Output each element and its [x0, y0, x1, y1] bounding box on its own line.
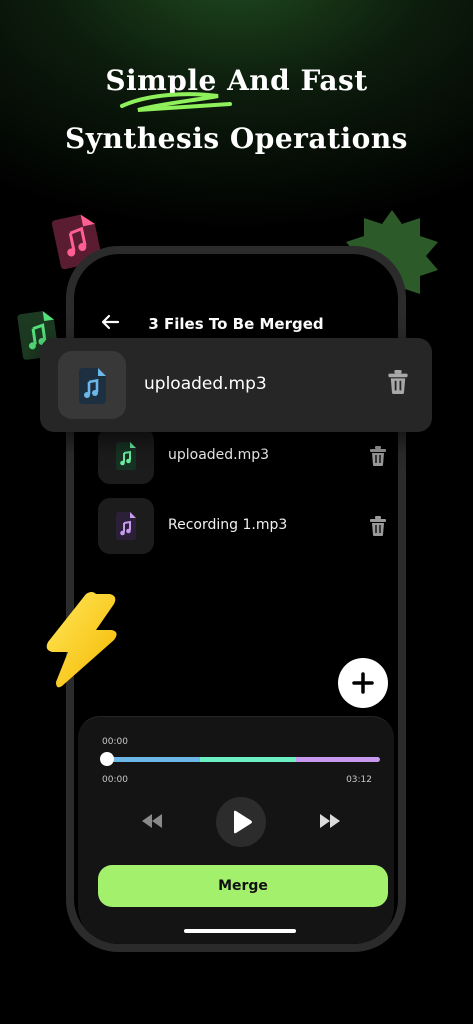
- music-file-icon: [79, 368, 106, 404]
- play-button[interactable]: [216, 797, 266, 847]
- file-thumbnail: [58, 351, 126, 419]
- file-list-item[interactable]: uploaded.mp3: [98, 428, 386, 486]
- timeline-scrubber-handle[interactable]: [100, 752, 114, 766]
- current-time-label: 00:00: [102, 737, 128, 747]
- screen-title: 3 Files To Be Merged: [148, 315, 324, 333]
- trash-icon[interactable]: [370, 516, 386, 536]
- file-name: Recording 1.mp3: [168, 517, 288, 533]
- lightning-bolt-decoration: [46, 592, 117, 688]
- plus-icon: [352, 672, 374, 694]
- fast-forward-icon[interactable]: [318, 813, 342, 829]
- music-file-icon: [116, 442, 136, 470]
- trash-icon[interactable]: [388, 370, 408, 394]
- file-thumbnail: [98, 498, 154, 554]
- promo-headline-line2: Synthesis Operations: [65, 122, 408, 155]
- music-file-icon: [116, 512, 136, 540]
- trash-icon[interactable]: [370, 446, 386, 466]
- timeline-segment-2: [200, 757, 296, 762]
- end-time-label: 03:12: [346, 775, 372, 785]
- audio-player-panel: 00:00 00:00 03:12 Merge: [78, 716, 394, 944]
- scribble-underline-decoration: [120, 92, 232, 112]
- dragged-file-card[interactable]: uploaded.mp3: [40, 338, 432, 432]
- file-list-item[interactable]: Recording 1.mp3: [98, 498, 386, 556]
- merge-button[interactable]: Merge: [98, 865, 388, 907]
- play-icon: [234, 810, 252, 834]
- home-indicator: [184, 929, 296, 933]
- rewind-icon[interactable]: [140, 813, 164, 829]
- timeline-segment-1: [108, 757, 201, 762]
- file-name: uploaded.mp3: [144, 374, 267, 394]
- file-name: uploaded.mp3: [168, 447, 270, 463]
- start-time-label: 00:00: [102, 775, 128, 785]
- timeline-segment-3: [295, 757, 380, 762]
- add-file-button[interactable]: [338, 658, 388, 708]
- file-thumbnail: [98, 428, 154, 484]
- merge-timeline-track[interactable]: [108, 757, 380, 762]
